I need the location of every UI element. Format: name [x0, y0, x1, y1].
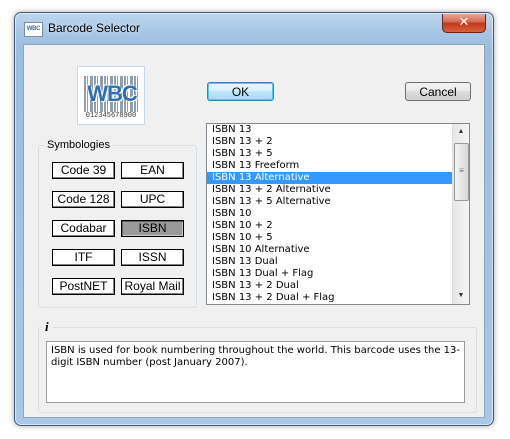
title-bar[interactable]: WBC Barcode Selector ✕ — [15, 13, 493, 43]
list-item-selected[interactable]: ISBN 13 Alternative — [207, 172, 452, 184]
variant-list: ISBN 13 ISBN 13 + 2 ISBN 13 + 5 ISBN 13 … — [207, 124, 452, 304]
symbology-ean-button[interactable]: EAN — [121, 162, 184, 179]
symbology-royalmail-button[interactable]: Royal Mail — [121, 278, 184, 295]
list-item[interactable]: ISBN 10 Alternative — [207, 244, 452, 256]
list-item[interactable]: ISBN 10 — [207, 208, 452, 220]
symbology-issn-button[interactable]: ISSN — [121, 249, 184, 266]
wbc-logo: WBC 012345678900 — [77, 66, 145, 125]
symbology-isbn-button[interactable]: ISBN — [121, 220, 184, 237]
list-item[interactable]: ISBN 13 + 2 Dual + Flag — [207, 292, 452, 304]
app-icon: WBC — [24, 22, 43, 37]
symbologies-label: Symbologies — [44, 139, 113, 151]
symbology-codabar-button[interactable]: Codabar — [52, 220, 115, 237]
description-text: ISBN is used for book numbering througho… — [46, 341, 465, 403]
list-item[interactable]: ISBN 13 Dual — [207, 256, 452, 268]
close-button[interactable]: ✕ — [442, 14, 486, 33]
list-item[interactable]: ISBN 13 + 2 Dual — [207, 280, 452, 292]
window-title: Barcode Selector — [48, 21, 141, 35]
list-item[interactable]: ISBN 13 Freeform — [207, 160, 452, 172]
close-icon: ✕ — [458, 15, 470, 30]
scroll-up-arrow-icon[interactable]: ▲ — [453, 124, 469, 140]
scroll-down-arrow-icon[interactable]: ▼ — [453, 288, 469, 304]
scroll-thumb[interactable]: ≡ — [454, 143, 469, 201]
list-item[interactable]: ISBN 10 + 2 — [207, 220, 452, 232]
cancel-button[interactable]: Cancel — [405, 82, 471, 101]
list-item[interactable]: ISBN 13 — [207, 124, 452, 136]
list-item[interactable]: ISBN 13 + 2 — [207, 136, 452, 148]
symbology-code39-button[interactable]: Code 39 — [52, 162, 115, 179]
symbology-code128-button[interactable]: Code 128 — [52, 191, 115, 208]
ok-button[interactable]: OK — [207, 82, 274, 101]
list-item[interactable]: ISBN 10 + 5 — [207, 232, 452, 244]
list-item[interactable]: ISBN 13 + 2 Alternative — [207, 184, 452, 196]
dialog-client-area: WBC 012345678900 OK Cancel Symbologies C… — [23, 44, 485, 418]
list-scrollbar[interactable]: ▲ ≡ ▼ — [452, 124, 469, 304]
barcode-selector-window: WBC Barcode Selector ✕ WBC 012345678900 … — [14, 12, 494, 426]
list-item[interactable]: ISBN 13 Dual + Flag — [207, 268, 452, 280]
list-item[interactable]: ISBN 13 + 5 Alternative — [207, 196, 452, 208]
logo-digits: 012345678900 — [85, 112, 137, 120]
symbology-upc-button[interactable]: UPC — [121, 191, 184, 208]
symbology-itf-button[interactable]: ITF — [52, 249, 115, 266]
logo-text: WBC — [87, 81, 138, 106]
info-icon: i — [42, 319, 52, 335]
list-item[interactable]: ISBN 13 + 5 — [207, 148, 452, 160]
barcode-variant-listbox[interactable]: ISBN 13 ISBN 13 + 2 ISBN 13 + 5 ISBN 13 … — [206, 123, 470, 305]
symbology-postnet-button[interactable]: PostNET — [52, 278, 115, 295]
